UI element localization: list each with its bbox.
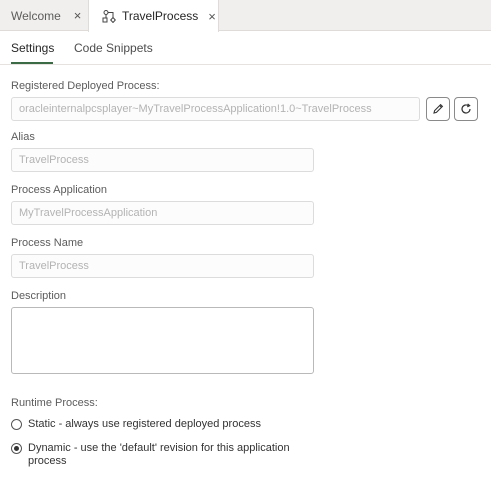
close-icon[interactable]: ×	[208, 9, 216, 24]
tab-code-snippets[interactable]: Code Snippets	[74, 41, 153, 55]
dynamic-option[interactable]: Dynamic - use the 'default' revision for…	[11, 442, 308, 468]
dynamic-radio[interactable]	[11, 443, 22, 454]
static-radio[interactable]	[11, 419, 22, 430]
refresh-icon	[461, 103, 471, 114]
static-option-label: Static - always use registered deployed …	[28, 418, 261, 430]
dynamic-option-label: Dynamic - use the 'default' revision for…	[28, 442, 290, 467]
editor-tab-bar: Welcome × TravelProcess ×	[0, 0, 491, 32]
active-tab-indicator	[11, 62, 53, 64]
process-icon	[102, 9, 116, 23]
description-textarea[interactable]	[11, 307, 314, 374]
pencil-icon	[433, 103, 444, 114]
close-icon[interactable]: ×	[74, 8, 82, 23]
tab-welcome-label: Welcome	[11, 8, 61, 23]
process-name-label: Process Name	[11, 237, 84, 249]
tab-travelprocess-label: TravelProcess	[122, 9, 199, 23]
alias-field[interactable]: TravelProcess	[11, 148, 314, 172]
process-application-field[interactable]: MyTravelProcessApplication	[11, 201, 314, 225]
registered-process-field[interactable]: oracleinternalpcsplayer~MyTravelProcessA…	[11, 97, 420, 121]
alias-label: Alias	[11, 131, 35, 143]
tab-settings[interactable]: Settings	[11, 41, 54, 55]
tab-travelprocess[interactable]: TravelProcess ×	[88, 0, 219, 32]
refresh-button[interactable]	[454, 97, 478, 121]
process-application-label: Process Application	[11, 184, 107, 196]
static-option[interactable]: Static - always use registered deployed …	[11, 418, 308, 431]
settings-subtab-bar: Settings Code Snippets	[0, 32, 491, 65]
runtime-process-label: Runtime Process:	[11, 397, 98, 409]
registered-process-label: Registered Deployed Process:	[11, 80, 160, 92]
description-label: Description	[11, 290, 67, 302]
tab-welcome[interactable]: Welcome ×	[0, 0, 88, 31]
process-name-field[interactable]: TravelProcess	[11, 254, 314, 278]
edit-button[interactable]	[426, 97, 450, 121]
